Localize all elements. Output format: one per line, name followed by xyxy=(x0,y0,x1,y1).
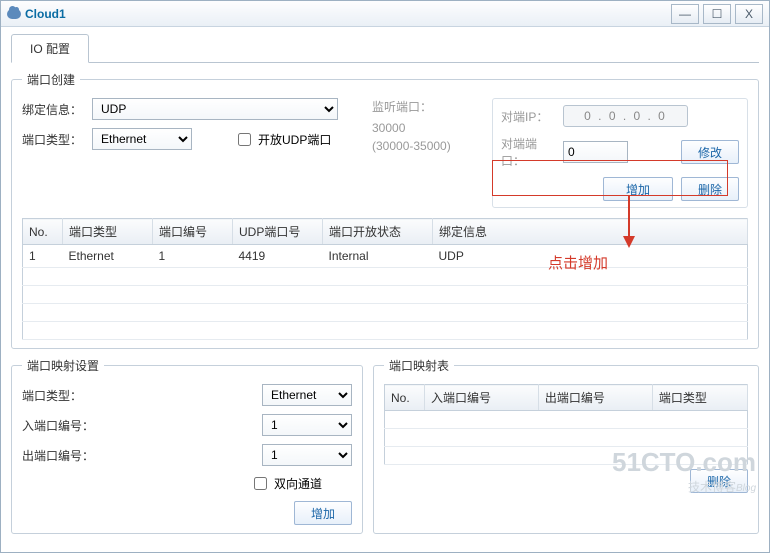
pmt-th-type: 端口类型 xyxy=(652,385,747,411)
port-type-label: 端口类型： xyxy=(22,131,86,148)
bidir-checkbox-wrap[interactable]: 双向通道 xyxy=(250,474,322,493)
table-row[interactable]: 1 Ethernet 1 4419 Internal UDP xyxy=(23,245,748,268)
close-button[interactable]: X xyxy=(735,4,763,24)
port-type-select[interactable]: Ethernet xyxy=(92,128,192,150)
pm-in-port-select[interactable]: 1 xyxy=(262,414,352,436)
listen-port-range: (30000-35000) xyxy=(372,139,472,153)
port-map-settings-legend: 端口映射设置 xyxy=(22,357,104,374)
th-port-type: 端口类型 xyxy=(63,219,153,245)
port-map-table-group: 端口映射表 No. 入端口编号 出端口编号 端口类型 xyxy=(373,357,759,534)
delete-button[interactable]: 删除 xyxy=(681,177,739,201)
modify-button[interactable]: 修改 xyxy=(681,140,739,164)
cloud-window: Cloud1 — ☐ X IO 配置 端口创建 绑定信息： UDP xyxy=(0,0,770,553)
th-no: No. xyxy=(23,219,63,245)
window-title-text: Cloud1 xyxy=(25,7,66,21)
pm-port-type-label: 端口类型： xyxy=(22,387,102,404)
port-create-group: 端口创建 绑定信息： UDP 端口类型： Ethernet xyxy=(11,71,759,349)
peer-port-label: 对端端口： xyxy=(501,135,557,169)
th-open-state: 端口开放状态 xyxy=(323,219,433,245)
bind-info-label: 绑定信息： xyxy=(22,101,86,118)
pmt-th-no: No. xyxy=(385,385,425,411)
cloud-icon xyxy=(7,9,21,19)
pmt-delete-button[interactable]: 删除 xyxy=(690,469,748,493)
open-udp-checkbox-wrap[interactable]: 开放UDP端口 xyxy=(234,130,331,149)
peer-port-input[interactable] xyxy=(563,141,628,163)
bidir-label: 双向通道 xyxy=(274,475,322,492)
window-title: Cloud1 xyxy=(7,7,66,21)
port-create-legend: 端口创建 xyxy=(22,71,80,88)
peer-ip-field[interactable]: 0 . 0 . 0 . 0 xyxy=(563,105,688,127)
pmt-th-out: 出端口编号 xyxy=(538,385,652,411)
listen-port-value: 30000 xyxy=(372,121,472,135)
port-map-table: No. 入端口编号 出端口编号 端口类型 xyxy=(384,384,748,465)
pm-in-port-label: 入端口编号： xyxy=(22,417,102,434)
port-create-table: No. 端口类型 端口编号 UDP端口号 端口开放状态 绑定信息 1 Ether… xyxy=(22,218,748,340)
th-bind-info: 绑定信息 xyxy=(433,219,748,245)
pm-out-port-label: 出端口编号： xyxy=(22,447,102,464)
pm-out-port-select[interactable]: 1 xyxy=(262,444,352,466)
open-udp-label: 开放UDP端口 xyxy=(258,131,331,148)
peer-ip-label: 对端IP： xyxy=(501,108,557,125)
tab-io-config[interactable]: IO 配置 xyxy=(11,34,89,63)
maximize-button[interactable]: ☐ xyxy=(703,4,731,24)
pm-add-button[interactable]: 增加 xyxy=(294,501,352,525)
peer-box: 对端IP： 0 . 0 . 0 . 0 对端端口： 修改 增加 删除 xyxy=(492,98,748,208)
bidir-checkbox[interactable] xyxy=(254,477,267,490)
minimize-button[interactable]: — xyxy=(671,4,699,24)
bind-info-select[interactable]: UDP xyxy=(92,98,338,120)
port-map-settings-group: 端口映射设置 端口类型： Ethernet 入端口编号： 1 出端口编号： 1 xyxy=(11,357,363,534)
titlebar: Cloud1 — ☐ X xyxy=(1,1,769,27)
th-udp-num: UDP端口号 xyxy=(233,219,323,245)
pm-port-type-select[interactable]: Ethernet xyxy=(262,384,352,406)
listen-port-label: 监听端口： xyxy=(372,98,472,115)
tab-row: IO 配置 xyxy=(11,33,759,63)
th-port-num: 端口编号 xyxy=(153,219,233,245)
port-map-table-legend: 端口映射表 xyxy=(384,357,454,374)
pmt-th-in: 入端口编号 xyxy=(425,385,539,411)
annotation-text: 点击增加 xyxy=(548,252,608,273)
add-button[interactable]: 增加 xyxy=(603,177,673,201)
open-udp-checkbox[interactable] xyxy=(238,133,251,146)
